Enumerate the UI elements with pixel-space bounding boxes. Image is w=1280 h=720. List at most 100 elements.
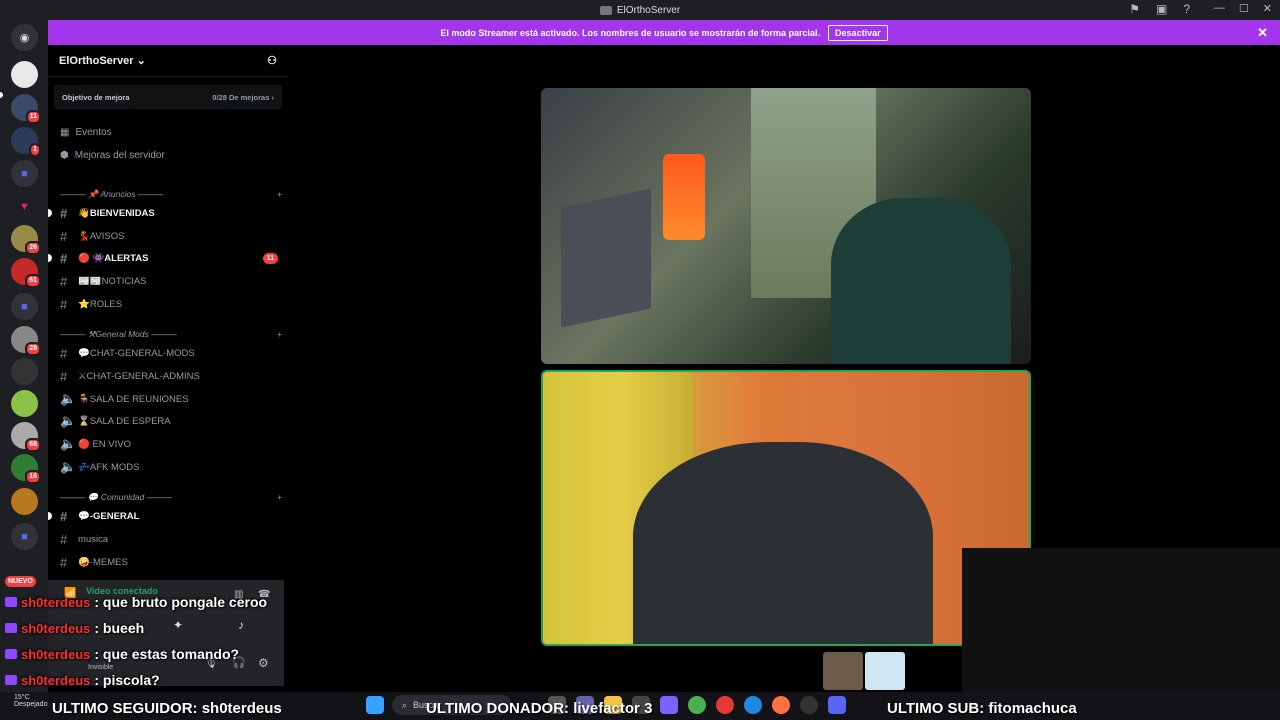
taskbar-icons xyxy=(366,696,384,714)
server-icon xyxy=(599,5,612,15)
opera-icon[interactable] xyxy=(716,696,734,714)
microphone-light xyxy=(663,154,705,240)
new-badge[interactable]: NUEVO xyxy=(5,576,36,587)
user-status: Invisible xyxy=(88,664,114,671)
app-icon[interactable] xyxy=(660,696,678,714)
hash-icon: # xyxy=(60,250,68,266)
channel-general[interactable]: # 💬-GENERAL xyxy=(48,506,282,526)
last-follower-label: ULTIMO SEGUIDOR: sh0terdeus xyxy=(52,700,282,717)
server-icon[interactable]: 28 xyxy=(11,326,41,356)
window-titlebar: ElOrthoServer ⚑ ▣ ? — ☐ ✕ xyxy=(0,0,1280,20)
voice-channel-sala-espera[interactable]: 🔈 ⌛SALA DE ESPERA xyxy=(60,411,282,431)
server-name: ElOrthoServer xyxy=(59,55,134,67)
server-icon[interactable] xyxy=(11,488,38,515)
video-tile-guest[interactable] xyxy=(541,370,1031,646)
hash-icon: # xyxy=(60,228,68,244)
search-icon: ⌕ xyxy=(402,699,408,710)
window-title: ElOrthoServer xyxy=(599,5,680,16)
hash-icon: # xyxy=(60,296,68,312)
category-mods[interactable]: ——— ⚒General Mods ——— + xyxy=(60,329,282,340)
activities-icon[interactable]: ✦ xyxy=(173,618,183,632)
channel-chat-general-mods[interactable]: # 💬CHAT-GENERAL-MODS xyxy=(60,343,282,363)
speaker-icon: 🔈 xyxy=(60,459,77,474)
close-icon[interactable]: ✕ xyxy=(1257,25,1268,41)
server-folder-icon[interactable]: ■ xyxy=(11,523,38,550)
boost-goal[interactable]: Objetivo de mejora 0/28 De mejoras › xyxy=(54,85,282,109)
monitor xyxy=(561,188,651,328)
streamer-mode-banner: El modo Streamer está activado. Los nomb… xyxy=(48,20,1280,45)
speaker-icon: 🔈 xyxy=(60,391,77,406)
help-icon[interactable]: ? xyxy=(1183,2,1190,16)
server-rail: ◉ 11 1 ■ ▼ 26 61 ■ 28 68 16 ■ NUEVO xyxy=(0,20,48,720)
category-announcements[interactable]: ——— 📌 Anuncios ——— + xyxy=(60,189,282,200)
hash-icon: # xyxy=(60,508,68,524)
hash-icon: # xyxy=(60,368,68,384)
soundboard-icon[interactable]: ♪ xyxy=(238,618,244,632)
channel-chat-general-admins[interactable]: # ⚔CHAT-GENERAL-ADMINS xyxy=(60,366,282,386)
server-badge: 68 xyxy=(25,438,41,452)
server-icon[interactable] xyxy=(11,358,38,385)
person xyxy=(831,198,1011,364)
weather-widget[interactable]: 15°C Despejado xyxy=(14,694,47,708)
firefox-icon[interactable] xyxy=(772,696,790,714)
gear-icon[interactable]: ⚙ xyxy=(258,656,269,670)
inbox-icon[interactable]: ▣ xyxy=(1156,2,1167,16)
obs-icon[interactable] xyxy=(800,696,818,714)
participant-thumbnails xyxy=(823,652,905,690)
flag-icon[interactable]: ⚑ xyxy=(1129,2,1140,16)
deactivate-button[interactable]: Desactivar xyxy=(828,24,888,41)
events-link[interactable]: ▦ Eventos xyxy=(60,127,112,138)
participant-avatar[interactable] xyxy=(823,652,863,690)
server-icon[interactable]: 61 xyxy=(11,258,41,288)
hash-icon: # xyxy=(60,273,68,289)
edge-icon[interactable] xyxy=(744,696,762,714)
server-improvements-link[interactable]: ⬢ Mejoras del servidor xyxy=(60,150,165,161)
discord-icon[interactable] xyxy=(828,696,846,714)
maximize-icon[interactable]: ☐ xyxy=(1239,2,1249,15)
server-icon[interactable] xyxy=(11,61,38,88)
server-icon[interactable]: 11 xyxy=(11,94,41,124)
boost-label: Objetivo de mejora xyxy=(62,92,130,102)
last-donor-label: ULTIMO DONADOR: livefactor 3 xyxy=(426,700,653,717)
channel-bienvenidas[interactable]: # 👋BIENVENIDAS xyxy=(48,203,282,223)
minimize-icon[interactable]: — xyxy=(1214,2,1225,15)
add-channel-icon[interactable]: + xyxy=(277,492,282,503)
hash-icon: # xyxy=(60,345,68,361)
add-channel-icon[interactable]: + xyxy=(277,189,282,200)
server-folder-icon[interactable]: ■ xyxy=(11,160,38,187)
add-channel-icon[interactable]: + xyxy=(277,329,282,340)
server-icon[interactable]: ▼ xyxy=(11,193,38,220)
twitch-icon xyxy=(5,597,17,607)
discord-home-icon[interactable]: ◉ xyxy=(11,24,38,51)
voice-channel-afk-mods[interactable]: 🔈 💤AFK MODS xyxy=(60,457,282,477)
server-icon[interactable]: 16 xyxy=(11,454,41,484)
server-icon[interactable] xyxy=(11,390,38,417)
chevron-down-icon: ⌄ xyxy=(136,55,146,67)
server-badge: 11 xyxy=(25,110,41,124)
channel-alertas[interactable]: # 🔴 👾ALERTAS 11 xyxy=(48,248,282,268)
speaker-icon: 🔈 xyxy=(60,413,77,428)
channel-memes[interactable]: # 🤪-MEMES xyxy=(60,552,282,572)
chrome-icon[interactable] xyxy=(688,696,706,714)
participant-avatar[interactable] xyxy=(865,652,905,690)
hash-icon: # xyxy=(60,531,68,547)
server-badge: 28 xyxy=(25,342,41,356)
voice-channel-en-vivo[interactable]: 🔈 🔴 EN VIVO xyxy=(60,434,282,454)
channel-roles[interactable]: # ⭐ROLES xyxy=(60,294,282,314)
windows-start-icon[interactable] xyxy=(366,696,384,714)
add-member-icon[interactable]: ⚇ xyxy=(267,54,277,67)
server-icon[interactable]: 26 xyxy=(11,225,41,255)
person xyxy=(633,442,933,644)
close-icon[interactable]: ✕ xyxy=(1263,2,1272,15)
chat-message: sh0terdeus: bueeh xyxy=(5,620,144,636)
video-tile-streamer[interactable] xyxy=(541,88,1031,364)
channel-avisos[interactable]: # 💃AVISOS xyxy=(60,226,282,246)
server-header[interactable]: ElOrthoServer ⌄ ⚇ xyxy=(48,45,288,77)
channel-noticias[interactable]: # 📰📰NOTICIAS xyxy=(60,271,282,291)
voice-channel-sala-reuniones[interactable]: 🔈 🪑SALA DE REUNIONES xyxy=(60,389,282,409)
channel-musica[interactable]: # musica xyxy=(60,529,282,549)
server-icon[interactable]: 68 xyxy=(11,422,41,452)
category-community[interactable]: ——— 💬 Comunidad ——— + xyxy=(60,492,282,503)
server-folder-icon[interactable]: ■ xyxy=(11,293,38,320)
server-icon[interactable]: 1 xyxy=(11,127,41,157)
